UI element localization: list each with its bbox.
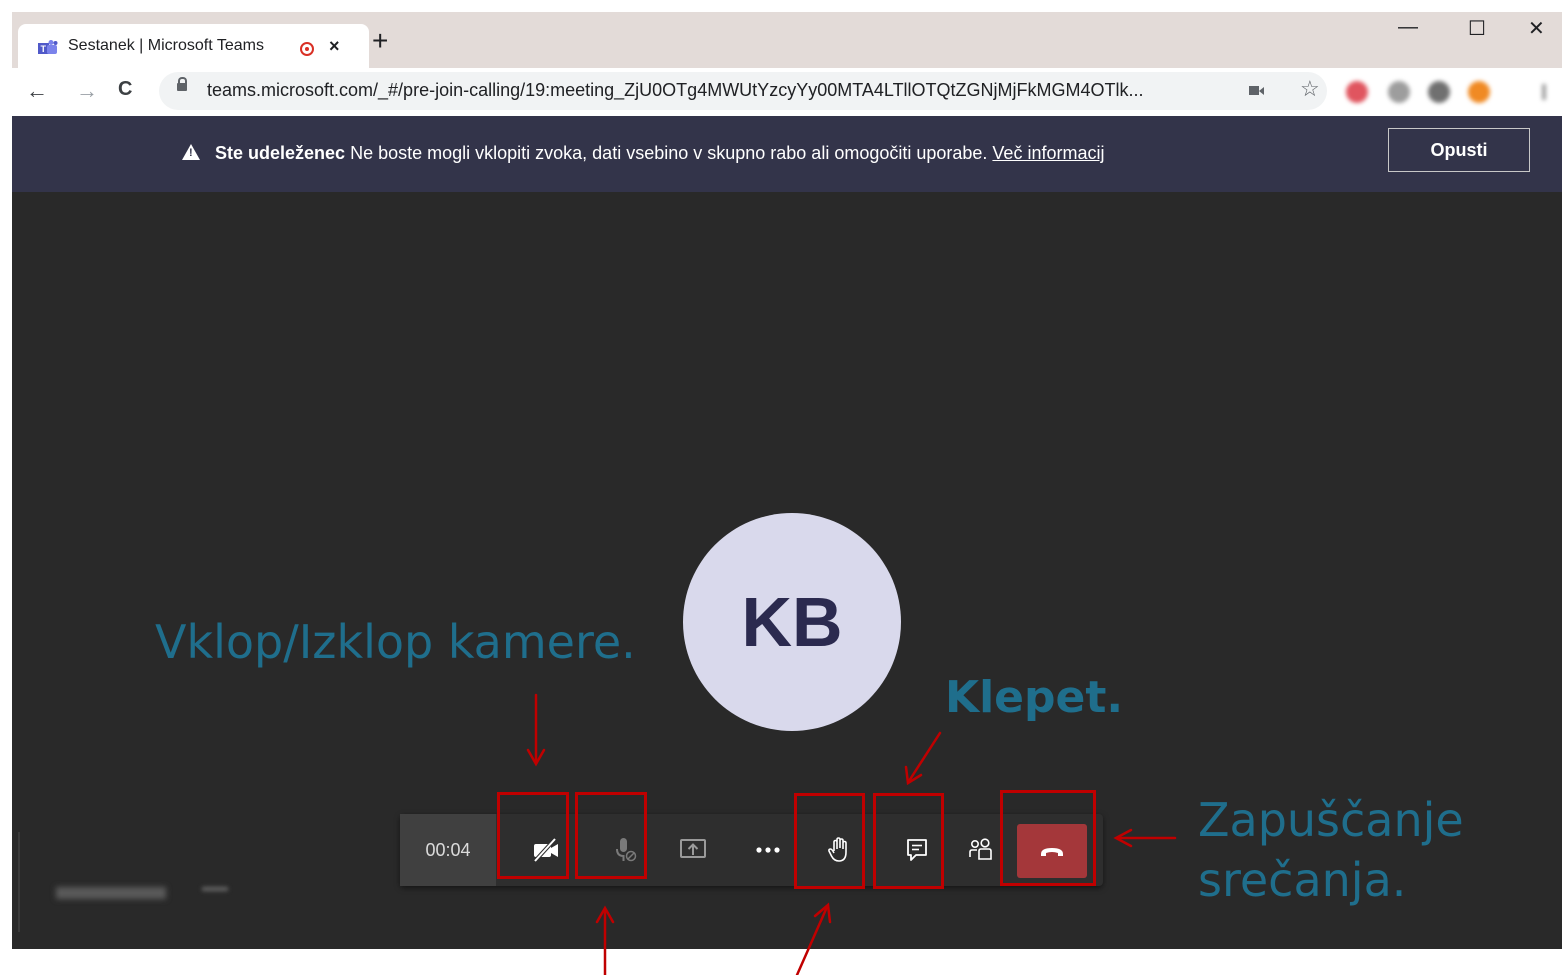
annotation-leave-line1: Zapuščanje xyxy=(1198,793,1464,847)
extension-icon[interactable] xyxy=(1346,81,1368,103)
lock-icon xyxy=(177,77,187,91)
tab-close-button[interactable]: × xyxy=(329,36,340,57)
extension-icon[interactable] xyxy=(1388,81,1410,103)
highlight-raise-hand xyxy=(794,793,865,889)
reload-button[interactable]: C xyxy=(118,78,132,101)
self-preview-border xyxy=(18,832,20,932)
avatar: KB xyxy=(683,513,901,731)
profile-avatar[interactable] xyxy=(1468,81,1490,103)
tab-strip: T Sestanek | Microsoft Teams × + — ☐ ✕ xyxy=(12,12,1562,68)
banner-text: Ne boste mogli vklopiti zvoka, dati vseb… xyxy=(345,143,993,163)
highlight-mic xyxy=(575,792,647,879)
banner-bold: Ste udeleženec xyxy=(215,143,346,163)
annotation-leave-line2: srečanja. xyxy=(1198,853,1407,907)
close-window-button[interactable]: ✕ xyxy=(1528,16,1545,41)
highlight-hang-up xyxy=(1000,790,1096,886)
share-screen-icon xyxy=(680,839,706,858)
teams-favicon: T xyxy=(38,40,58,54)
more-icon xyxy=(756,847,780,853)
maximize-button[interactable]: ☐ xyxy=(1468,16,1486,41)
browser-tab[interactable]: T Sestanek | Microsoft Teams × xyxy=(18,24,369,68)
back-button[interactable]: ← xyxy=(26,78,48,104)
share-screen-button[interactable] xyxy=(663,814,723,886)
camera-icon[interactable] xyxy=(1249,86,1264,95)
annotation-camera: Vklop/Izklop kamere. xyxy=(155,615,636,669)
extension-icon[interactable] xyxy=(1428,81,1450,103)
highlight-chat xyxy=(873,793,944,889)
new-tab-button[interactable]: + xyxy=(372,27,388,55)
tab-title: Sestanek | Microsoft Teams xyxy=(68,37,264,54)
browser-toolbar: ← → C teams.microsoft.com/_#/pre-join-ca… xyxy=(12,68,1562,116)
url-text: teams.microsoft.com/_#/pre-join-calling/… xyxy=(207,80,1144,100)
attendee-banner: Ste udeleženec Ne boste mogli vklopiti z… xyxy=(12,116,1562,192)
svg-text:T: T xyxy=(41,44,47,54)
minimize-button[interactable]: — xyxy=(1398,16,1418,39)
dismiss-button[interactable]: Opusti xyxy=(1388,128,1530,172)
call-timer: 00:04 xyxy=(400,814,496,886)
self-more-blurred xyxy=(202,887,228,891)
more-info-link[interactable]: Več informacij xyxy=(992,143,1104,163)
browser-menu-icon[interactable] xyxy=(1542,84,1546,100)
annotation-chat: Klepet. xyxy=(945,672,1124,723)
banner-message: Ste udeleženec Ne boste mogli vklopiti z… xyxy=(215,143,1104,164)
highlight-camera xyxy=(497,792,569,879)
participants-icon xyxy=(969,838,992,860)
more-actions-button[interactable] xyxy=(738,814,798,886)
forward-button[interactable]: → xyxy=(76,78,98,104)
warning-icon xyxy=(182,144,200,160)
address-bar[interactable]: teams.microsoft.com/_#/pre-join-calling/… xyxy=(159,72,1327,110)
star-icon[interactable]: ☆ xyxy=(1300,76,1320,102)
record-indicator-icon xyxy=(300,42,314,56)
self-name-blurred xyxy=(56,887,166,899)
